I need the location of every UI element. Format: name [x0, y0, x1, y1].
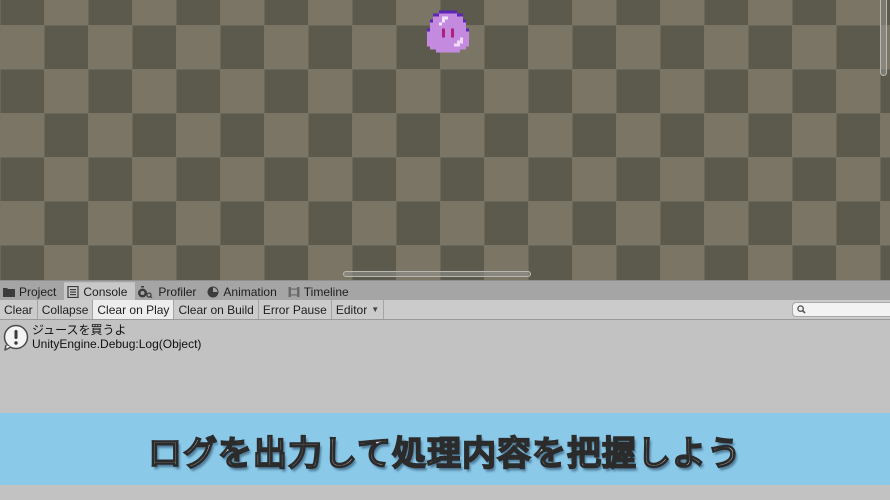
tab-label: Console [83, 285, 128, 299]
tab-animation[interactable]: Animation [204, 282, 284, 301]
vertical-scrollbar[interactable] [880, 0, 887, 76]
caption-banner: ログを出力して処理内容を把握しよう [0, 413, 890, 485]
log-stacktrace: UnityEngine.Debug:Log(Object) [32, 337, 202, 351]
tab-profiler[interactable]: Profiler [135, 282, 204, 301]
clear-button[interactable]: Clear [0, 300, 38, 319]
profiler-icon [138, 285, 154, 298]
editor-dropdown-label: Editor [335, 302, 368, 317]
folder-icon [3, 286, 15, 298]
slime-sprite[interactable] [424, 10, 472, 56]
bottom-strip [0, 485, 890, 500]
console-toolbar: Clear Collapse Clear on Play Clear on Bu… [0, 300, 890, 320]
tab-label: Animation [223, 284, 277, 299]
console-icon [67, 285, 79, 299]
error-pause-toggle[interactable]: Error Pause [258, 300, 332, 319]
animation-icon [207, 286, 219, 298]
tab-label: Profiler [158, 284, 197, 299]
clear-on-play-toggle[interactable]: Clear on Play [93, 300, 175, 319]
collapse-toggle[interactable]: Collapse [37, 300, 94, 319]
search-icon [797, 305, 806, 314]
scene-view[interactable] [0, 0, 890, 280]
tab-timeline[interactable]: Timeline [285, 282, 357, 301]
editor-dropdown[interactable]: Editor ▼ [331, 300, 385, 319]
chevron-down-icon: ▼ [371, 305, 380, 314]
panel-tab-bar: Project Console Profiler Animation Timel… [0, 280, 890, 301]
log-entry[interactable]: ジュースを買うよ UnityEngine.Debug:Log(Object) [0, 321, 890, 354]
caption-text: ログを出力して処理内容を把握しよう [147, 433, 742, 475]
tab-label: Timeline [303, 284, 349, 299]
console-log-list[interactable]: ジュースを買うよ UnityEngine.Debug:Log(Object) [0, 321, 890, 413]
log-message: ジュースを買うよ [32, 323, 127, 337]
horizontal-scrollbar[interactable] [343, 271, 531, 277]
search-field[interactable] [792, 302, 890, 317]
timeline-icon [288, 286, 300, 298]
clear-on-build-toggle[interactable]: Clear on Build [174, 300, 259, 319]
tab-console[interactable]: Console [64, 282, 136, 301]
tab-project[interactable]: Project [0, 282, 64, 301]
search-input[interactable] [806, 303, 886, 316]
tab-label: Project [19, 284, 57, 299]
info-icon [0, 321, 32, 354]
